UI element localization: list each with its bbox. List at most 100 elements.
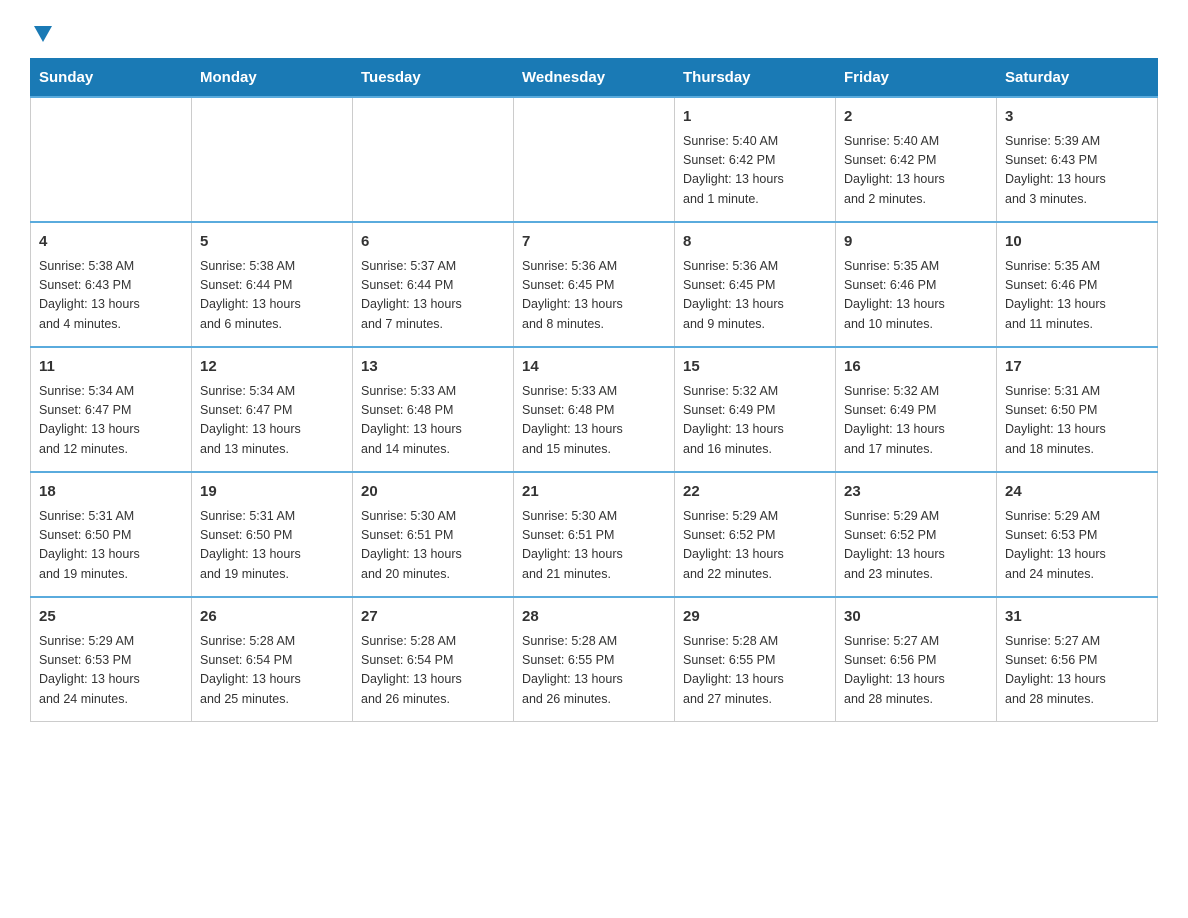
day-number: 27	[361, 606, 505, 629]
logo-triangle-icon	[32, 22, 54, 44]
day-number: 17	[1005, 356, 1149, 379]
calendar-day-cell: 15 Sunrise: 5:32 AMSunset: 6:49 PMDayligh…	[675, 347, 836, 472]
day-info: Sunrise: 5:36 AMSunset: 6:45 PMDaylight:…	[683, 257, 827, 335]
weekday-header-wednesday: Wednesday	[514, 59, 675, 98]
calendar-day-cell: 18 Sunrise: 5:31 AMSunset: 6:50 PMDayligh…	[31, 472, 192, 597]
day-info: Sunrise: 5:36 AMSunset: 6:45 PMDaylight:…	[522, 257, 666, 335]
day-number: 21	[522, 481, 666, 504]
day-info: Sunrise: 5:38 AMSunset: 6:44 PMDaylight:…	[200, 257, 344, 335]
day-info: Sunrise: 5:27 AMSunset: 6:56 PMDaylight:…	[844, 632, 988, 710]
day-number: 25	[39, 606, 183, 629]
day-info: Sunrise: 5:34 AMSunset: 6:47 PMDaylight:…	[39, 382, 183, 460]
calendar-day-cell: 20 Sunrise: 5:30 AMSunset: 6:51 PMDayligh…	[353, 472, 514, 597]
day-number: 8	[683, 231, 827, 254]
weekday-header-row: SundayMondayTuesdayWednesdayThursdayFrid…	[31, 59, 1158, 98]
day-number: 28	[522, 606, 666, 629]
calendar-day-cell: 5 Sunrise: 5:38 AMSunset: 6:44 PMDaylight…	[192, 222, 353, 347]
day-number: 6	[361, 231, 505, 254]
day-info: Sunrise: 5:39 AMSunset: 6:43 PMDaylight:…	[1005, 132, 1149, 210]
day-info: Sunrise: 5:31 AMSunset: 6:50 PMDaylight:…	[1005, 382, 1149, 460]
calendar-day-cell: 8 Sunrise: 5:36 AMSunset: 6:45 PMDaylight…	[675, 222, 836, 347]
day-number: 5	[200, 231, 344, 254]
day-info: Sunrise: 5:37 AMSunset: 6:44 PMDaylight:…	[361, 257, 505, 335]
calendar-day-cell: 7Sunrise: 5:36 AMSunset: 6:45 PMDaylight…	[514, 222, 675, 347]
day-number: 31	[1005, 606, 1149, 629]
calendar-day-cell: 3 Sunrise: 5:39 AMSunset: 6:43 PMDaylight…	[997, 97, 1158, 222]
calendar-week-row: 11 Sunrise: 5:34 AMSunset: 6:47 PMDayligh…	[31, 347, 1158, 472]
day-info: Sunrise: 5:30 AMSunset: 6:51 PMDaylight:…	[361, 507, 505, 585]
calendar-day-cell: 6 Sunrise: 5:37 AMSunset: 6:44 PMDaylight…	[353, 222, 514, 347]
day-info: Sunrise: 5:28 AMSunset: 6:54 PMDaylight:…	[200, 632, 344, 710]
day-info: Sunrise: 5:31 AMSunset: 6:50 PMDaylight:…	[39, 507, 183, 585]
logo	[30, 20, 54, 38]
day-info: Sunrise: 5:28 AMSunset: 6:55 PMDaylight:…	[522, 632, 666, 710]
day-number: 30	[844, 606, 988, 629]
calendar-day-cell: 24Sunrise: 5:29 AMSunset: 6:53 PMDayligh…	[997, 472, 1158, 597]
calendar-day-cell	[514, 97, 675, 222]
day-number: 23	[844, 481, 988, 504]
day-number: 12	[200, 356, 344, 379]
calendar-day-cell: 16 Sunrise: 5:32 AMSunset: 6:49 PMDayligh…	[836, 347, 997, 472]
day-info: Sunrise: 5:35 AMSunset: 6:46 PMDaylight:…	[1005, 257, 1149, 335]
day-info: Sunrise: 5:38 AMSunset: 6:43 PMDaylight:…	[39, 257, 183, 335]
day-number: 15	[683, 356, 827, 379]
calendar-day-cell: 26 Sunrise: 5:28 AMSunset: 6:54 PMDayligh…	[192, 597, 353, 722]
page-header	[30, 20, 1158, 38]
day-info: Sunrise: 5:33 AMSunset: 6:48 PMDaylight:…	[522, 382, 666, 460]
day-info: Sunrise: 5:30 AMSunset: 6:51 PMDaylight:…	[522, 507, 666, 585]
calendar-day-cell: 10Sunrise: 5:35 AMSunset: 6:46 PMDayligh…	[997, 222, 1158, 347]
day-number: 14	[522, 356, 666, 379]
calendar-day-cell: 29 Sunrise: 5:28 AMSunset: 6:55 PMDayligh…	[675, 597, 836, 722]
weekday-header-friday: Friday	[836, 59, 997, 98]
day-number: 16	[844, 356, 988, 379]
day-info: Sunrise: 5:32 AMSunset: 6:49 PMDaylight:…	[683, 382, 827, 460]
day-info: Sunrise: 5:28 AMSunset: 6:54 PMDaylight:…	[361, 632, 505, 710]
calendar-day-cell: 28 Sunrise: 5:28 AMSunset: 6:55 PMDayligh…	[514, 597, 675, 722]
day-info: Sunrise: 5:40 AMSunset: 6:42 PMDaylight:…	[844, 132, 988, 210]
day-info: Sunrise: 5:32 AMSunset: 6:49 PMDaylight:…	[844, 382, 988, 460]
calendar-day-cell: 1Sunrise: 5:40 AMSunset: 6:42 PMDaylight…	[675, 97, 836, 222]
calendar-day-cell: 27 Sunrise: 5:28 AMSunset: 6:54 PMDayligh…	[353, 597, 514, 722]
day-info: Sunrise: 5:28 AMSunset: 6:55 PMDaylight:…	[683, 632, 827, 710]
day-number: 19	[200, 481, 344, 504]
calendar-day-cell: 4Sunrise: 5:38 AMSunset: 6:43 PMDaylight…	[31, 222, 192, 347]
day-info: Sunrise: 5:29 AMSunset: 6:52 PMDaylight:…	[683, 507, 827, 585]
calendar-day-cell: 31 Sunrise: 5:27 AMSunset: 6:56 PMDayligh…	[997, 597, 1158, 722]
calendar-week-row: 1Sunrise: 5:40 AMSunset: 6:42 PMDaylight…	[31, 97, 1158, 222]
day-info: Sunrise: 5:27 AMSunset: 6:56 PMDaylight:…	[1005, 632, 1149, 710]
day-number: 13	[361, 356, 505, 379]
day-info: Sunrise: 5:40 AMSunset: 6:42 PMDaylight:…	[683, 132, 827, 210]
weekday-header-tuesday: Tuesday	[353, 59, 514, 98]
weekday-header-sunday: Sunday	[31, 59, 192, 98]
day-number: 26	[200, 606, 344, 629]
calendar-day-cell: 2 Sunrise: 5:40 AMSunset: 6:42 PMDaylight…	[836, 97, 997, 222]
calendar-week-row: 25Sunrise: 5:29 AMSunset: 6:53 PMDayligh…	[31, 597, 1158, 722]
day-number: 3	[1005, 106, 1149, 129]
calendar-day-cell: 21 Sunrise: 5:30 AMSunset: 6:51 PMDayligh…	[514, 472, 675, 597]
calendar-day-cell	[353, 97, 514, 222]
weekday-header-saturday: Saturday	[997, 59, 1158, 98]
calendar-day-cell: 23Sunrise: 5:29 AMSunset: 6:52 PMDayligh…	[836, 472, 997, 597]
calendar-day-cell	[31, 97, 192, 222]
day-number: 9	[844, 231, 988, 254]
calendar-table: SundayMondayTuesdayWednesdayThursdayFrid…	[30, 58, 1158, 722]
day-number: 11	[39, 356, 183, 379]
weekday-header-monday: Monday	[192, 59, 353, 98]
calendar-day-cell: 22 Sunrise: 5:29 AMSunset: 6:52 PMDayligh…	[675, 472, 836, 597]
calendar-day-cell	[192, 97, 353, 222]
calendar-week-row: 4Sunrise: 5:38 AMSunset: 6:43 PMDaylight…	[31, 222, 1158, 347]
calendar-day-cell: 17 Sunrise: 5:31 AMSunset: 6:50 PMDayligh…	[997, 347, 1158, 472]
calendar-day-cell: 25Sunrise: 5:29 AMSunset: 6:53 PMDayligh…	[31, 597, 192, 722]
calendar-day-cell: 14 Sunrise: 5:33 AMSunset: 6:48 PMDayligh…	[514, 347, 675, 472]
day-number: 2	[844, 106, 988, 129]
calendar-day-cell: 19Sunrise: 5:31 AMSunset: 6:50 PMDayligh…	[192, 472, 353, 597]
day-number: 22	[683, 481, 827, 504]
day-info: Sunrise: 5:34 AMSunset: 6:47 PMDaylight:…	[200, 382, 344, 460]
day-number: 18	[39, 481, 183, 504]
day-number: 29	[683, 606, 827, 629]
calendar-day-cell: 30 Sunrise: 5:27 AMSunset: 6:56 PMDayligh…	[836, 597, 997, 722]
day-info: Sunrise: 5:29 AMSunset: 6:53 PMDaylight:…	[1005, 507, 1149, 585]
calendar-day-cell: 11 Sunrise: 5:34 AMSunset: 6:47 PMDayligh…	[31, 347, 192, 472]
day-number: 20	[361, 481, 505, 504]
calendar-week-row: 18 Sunrise: 5:31 AMSunset: 6:50 PMDayligh…	[31, 472, 1158, 597]
